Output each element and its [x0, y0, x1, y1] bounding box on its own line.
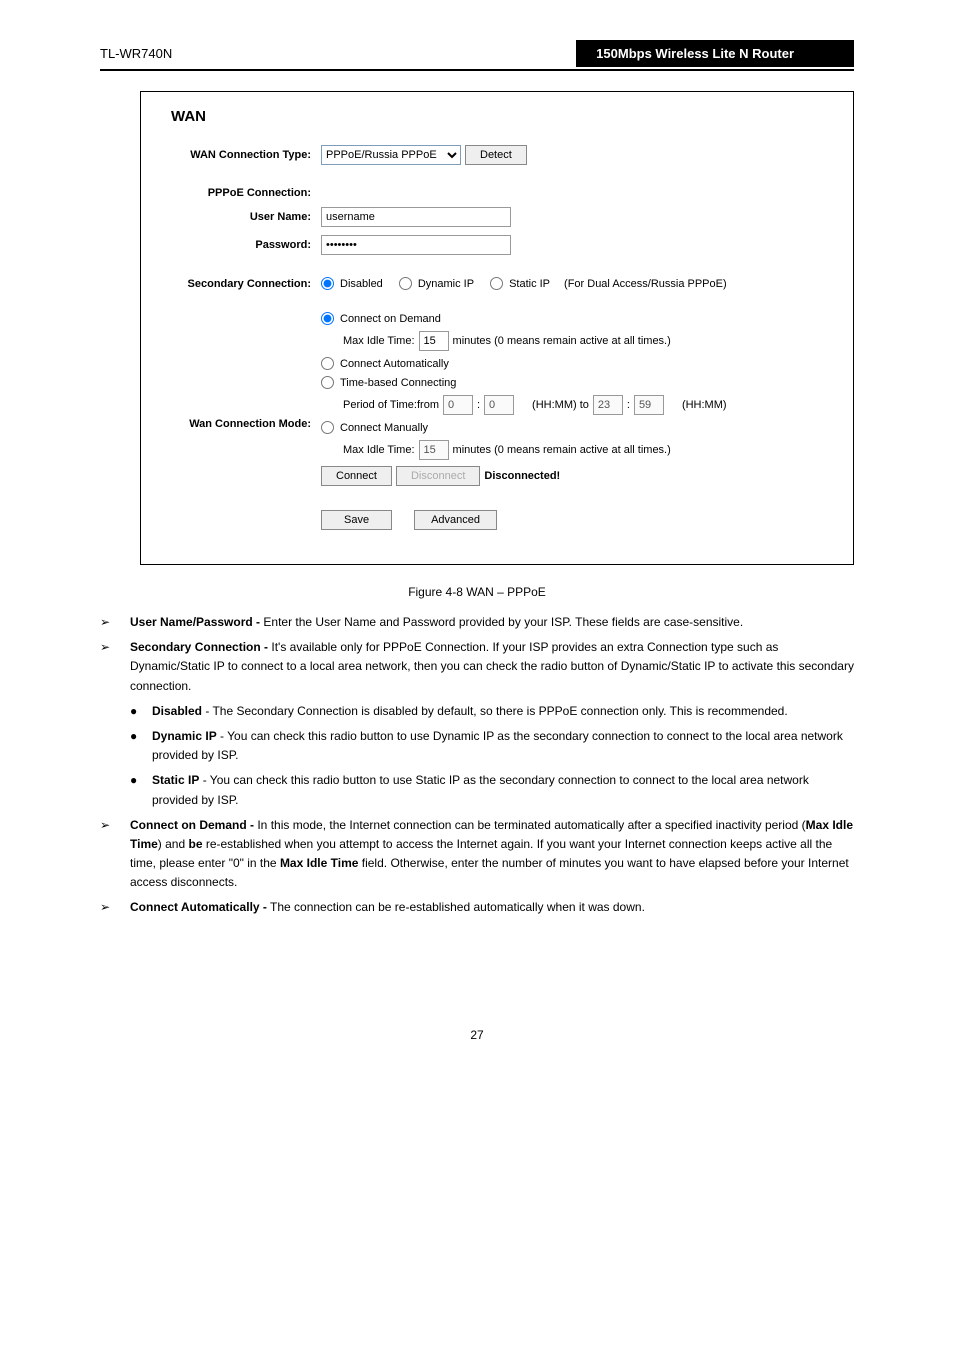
sub-bullet-icon: ●	[130, 727, 152, 765]
desc-cod-1: In this mode, the Internet connection ca…	[254, 818, 806, 832]
password-input[interactable]	[321, 235, 511, 255]
desc-cod-2: ) and	[158, 837, 189, 851]
mode-auto-text: Connect Automatically	[340, 358, 449, 370]
desc-username-label: User Name/Password -	[130, 615, 260, 629]
bullet-icon: ➢	[100, 613, 130, 632]
disconnect-button[interactable]: Disconnect	[396, 466, 480, 486]
sub-bullet-icon: ●	[130, 771, 152, 809]
mode-manual-text: Connect Manually	[340, 422, 428, 434]
bullet-icon: ➢	[100, 638, 130, 696]
minutes-note-1: minutes (0 means remain active at all ti…	[453, 335, 671, 347]
mode-auto-radio[interactable]	[321, 357, 334, 370]
secondary-dynamic-text: Dynamic IP	[418, 278, 474, 290]
mode-time-radio[interactable]	[321, 376, 334, 389]
advanced-button[interactable]: Advanced	[414, 510, 497, 530]
password-label: Password:	[161, 239, 321, 251]
detect-button[interactable]: Detect	[465, 145, 527, 165]
desc-sub-disabled: - The Secondary Connection is disabled b…	[202, 704, 788, 718]
time-from-h[interactable]	[443, 395, 473, 415]
mode-connect-on-demand-text: Connect on Demand	[340, 313, 441, 325]
desc-sub-static-label: Static IP	[152, 773, 199, 787]
secondary-disabled-radio[interactable]	[321, 277, 334, 290]
hhmm-to: (HH:MM) to	[532, 399, 589, 411]
max-idle-input-2[interactable]	[419, 440, 449, 460]
minutes-note-2: minutes (0 means remain active at all ti…	[453, 444, 671, 456]
username-label: User Name:	[161, 211, 321, 223]
desc-sub-static: - You can check this radio button to use…	[152, 773, 809, 806]
model-tagline: 150Mbps Wireless Lite N Router	[576, 40, 854, 67]
desc-sub-dynamic-label: Dynamic IP	[152, 729, 217, 743]
desc-auto-label: Connect Automatically -	[130, 900, 267, 914]
connection-status: Disconnected!	[484, 470, 560, 482]
max-idle-label-1: Max Idle Time:	[343, 335, 415, 347]
mode-manual-radio[interactable]	[321, 421, 334, 434]
desc-auto: The connection can be re-established aut…	[267, 900, 645, 914]
max-idle-label-2: Max Idle Time:	[343, 444, 415, 456]
sub-bullet-icon: ●	[130, 702, 152, 721]
period-label: Period of Time:from	[343, 399, 439, 411]
desc-username: Enter the User Name and Password provide…	[260, 615, 743, 629]
desc-cod-b2: be	[188, 837, 202, 851]
connect-button[interactable]: Connect	[321, 466, 392, 486]
time-from-m[interactable]	[484, 395, 514, 415]
figure-caption: Figure 4-8 WAN – PPPoE	[100, 585, 854, 599]
secondary-static-text: Static IP	[509, 278, 550, 290]
time-to-h[interactable]	[593, 395, 623, 415]
hhmm: (HH:MM)	[682, 399, 727, 411]
secondary-note: (For Dual Access/Russia PPPoE)	[564, 278, 727, 290]
mode-time-text: Time-based Connecting	[340, 377, 456, 389]
pppoe-section-label: PPPoE Connection:	[161, 187, 321, 199]
username-input[interactable]	[321, 207, 511, 227]
desc-sub-disabled-label: Disabled	[152, 704, 202, 718]
desc-secondary-label: Secondary Connection -	[130, 640, 268, 654]
desc-sub-dynamic: - You can check this radio button to use…	[152, 729, 843, 762]
desc-cod-label: Connect on Demand -	[130, 818, 254, 832]
wan-config-panel: WAN WAN Connection Type: PPPoE/Russia PP…	[140, 91, 854, 565]
model-name: TL-WR740N	[100, 46, 172, 61]
wan-mode-label: Wan Connection Mode:	[161, 418, 321, 430]
secondary-dynamic-radio[interactable]	[399, 277, 412, 290]
desc-cod-b3: Max Idle Time	[280, 856, 358, 870]
max-idle-input-1[interactable]	[419, 331, 449, 351]
page-header: TL-WR740N 150Mbps Wireless Lite N Router	[100, 40, 854, 71]
bullet-icon: ➢	[100, 898, 130, 917]
panel-title: WAN	[171, 108, 833, 125]
page-number: 27	[100, 1028, 854, 1042]
secondary-static-radio[interactable]	[490, 277, 503, 290]
wan-connection-type-select[interactable]: PPPoE/Russia PPPoE	[321, 145, 461, 165]
time-to-m[interactable]	[634, 395, 664, 415]
secondary-connection-label: Secondary Connection:	[161, 278, 321, 290]
secondary-disabled-text: Disabled	[340, 278, 383, 290]
wan-connection-type-label: WAN Connection Type:	[161, 149, 321, 161]
save-button[interactable]: Save	[321, 510, 392, 530]
mode-connect-on-demand-radio[interactable]	[321, 312, 334, 325]
bullet-icon: ➢	[100, 816, 130, 893]
description-list: ➢ User Name/Password - Enter the User Na…	[100, 613, 854, 918]
